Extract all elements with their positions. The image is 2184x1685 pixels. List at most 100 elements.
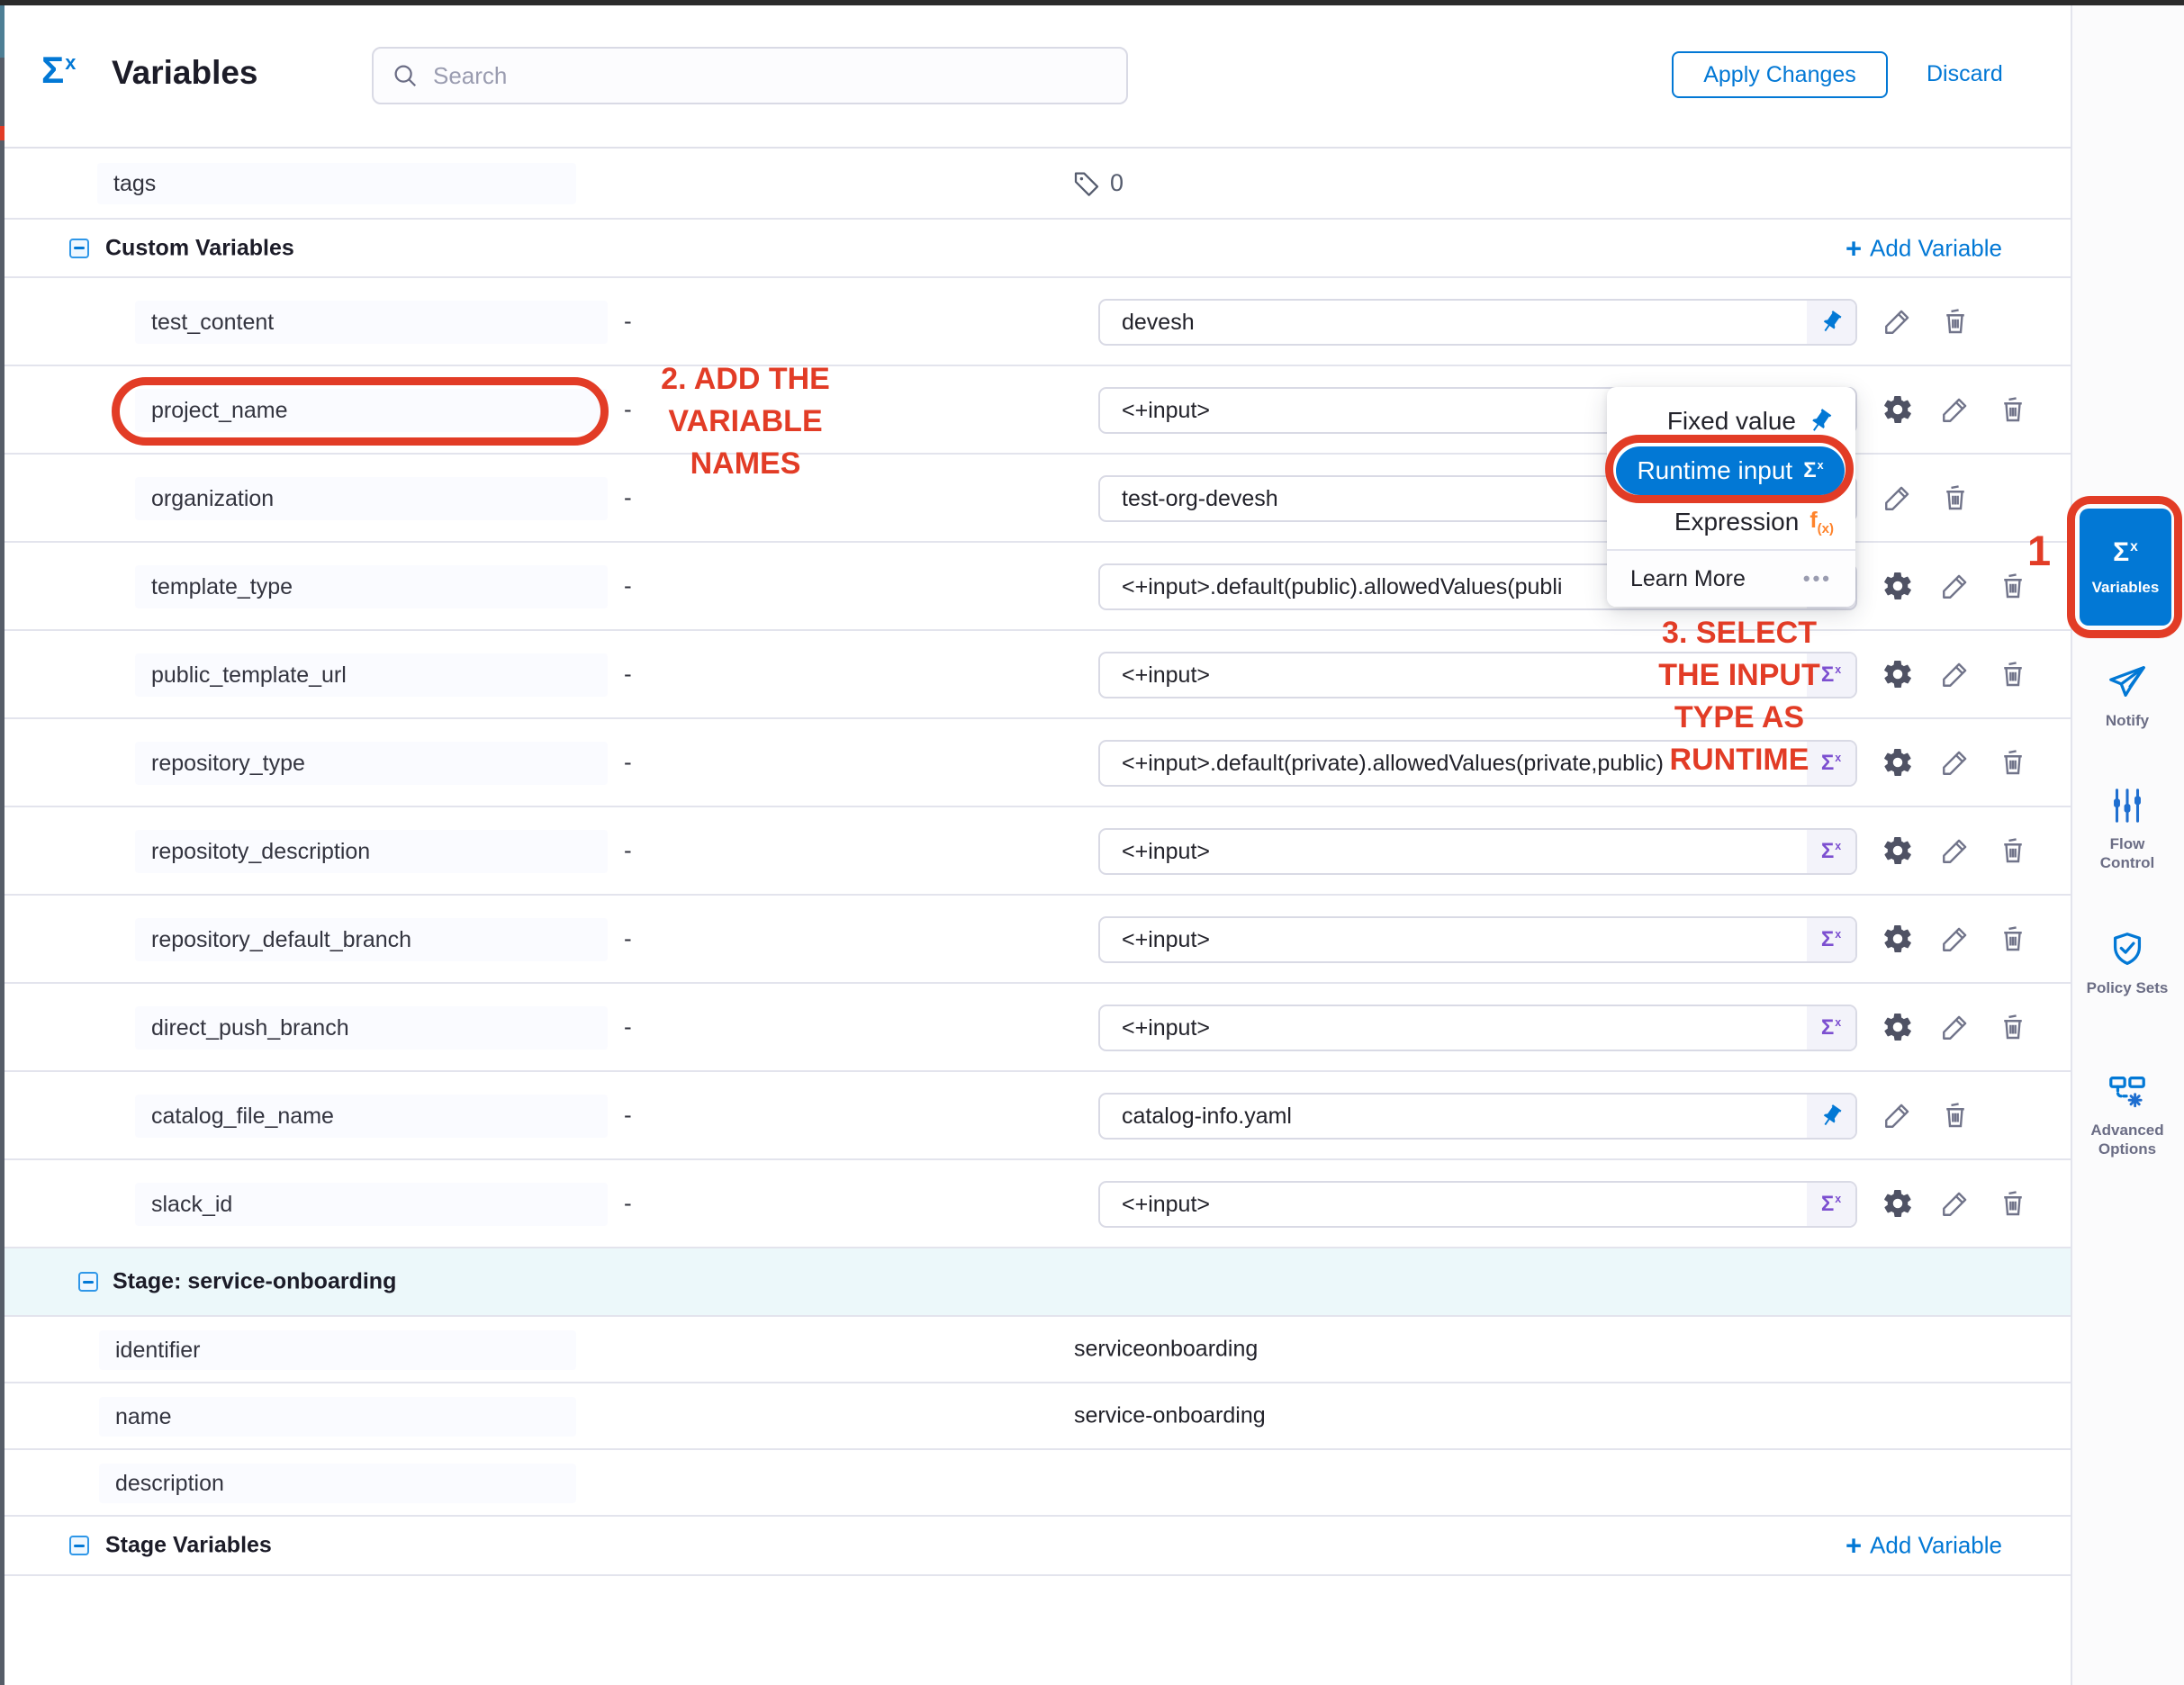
- variable-value-input[interactable]: <+input>.default(private).allowedValues(…: [1098, 740, 1857, 787]
- variable-name: repositoty_description: [135, 830, 608, 873]
- variable-name: template_type: [135, 565, 608, 608]
- variable-row: repositoty_description - <+input> Σx: [5, 807, 2071, 896]
- variable-value-input[interactable]: <+input>: [1098, 1005, 1857, 1051]
- delete-icon[interactable]: [1997, 834, 2029, 867]
- sidebar-item-variables[interactable]: Σx Variables: [2080, 509, 2171, 626]
- variable-value-input[interactable]: <+input>: [1098, 916, 1857, 963]
- variable-value-input[interactable]: catalog-info.yaml: [1098, 1093, 1857, 1140]
- settings-icon[interactable]: [1882, 923, 1914, 955]
- delete-icon[interactable]: [1939, 482, 1972, 514]
- edit-icon[interactable]: [1939, 1187, 1972, 1220]
- tags-row: tags 0: [5, 149, 2071, 220]
- sigma-x-icon: Σx: [1821, 751, 1841, 776]
- stage-variables-section-row: Stage Variables + Add Variable: [5, 1517, 2071, 1576]
- variable-row: test_content - devesh Σx: [5, 278, 2071, 366]
- pin-icon: [1818, 310, 1844, 335]
- delete-icon[interactable]: [1997, 1187, 2029, 1220]
- tag-icon: [1072, 169, 1101, 198]
- search-input[interactable]: [431, 61, 1101, 91]
- discard-button[interactable]: Discard: [1927, 61, 2003, 87]
- edit-icon[interactable]: [1939, 570, 1972, 602]
- collapse-minus-icon[interactable]: [69, 239, 89, 258]
- settings-icon[interactable]: [1882, 746, 1914, 779]
- delete-icon[interactable]: [1939, 305, 1972, 338]
- delete-icon[interactable]: [1939, 1099, 1972, 1131]
- settings-icon[interactable]: [1882, 570, 1914, 602]
- stage-section-label: Stage: service-onboarding: [113, 1269, 396, 1295]
- value-type-toggle[interactable]: Σx: [1807, 742, 1855, 785]
- settings-icon[interactable]: [1882, 834, 1914, 867]
- add-variable-button[interactable]: + Add Variable: [1846, 1532, 2002, 1560]
- delete-icon[interactable]: [1997, 746, 2029, 779]
- delete-icon[interactable]: [1997, 923, 2029, 955]
- sidebar-item-flow-control[interactable]: Flow Control: [2071, 785, 2184, 872]
- variable-row: catalog_file_name - catalog-info.yaml Σx: [5, 1072, 2071, 1160]
- variable-type: -: [624, 749, 632, 777]
- delete-icon[interactable]: [1997, 658, 2029, 690]
- menu-item-fixed-value[interactable]: Fixed value: [1607, 398, 1855, 445]
- value-type-toggle[interactable]: Σx: [1807, 1095, 1855, 1138]
- edit-icon[interactable]: [1882, 1099, 1914, 1131]
- stage-property-row: identifier serviceonboarding: [5, 1317, 2071, 1383]
- value-type-toggle[interactable]: Σx: [1807, 301, 1855, 344]
- stage-property-value: serviceonboarding: [1074, 1337, 1258, 1363]
- sigma-x-icon: Σx: [1821, 1015, 1841, 1041]
- variable-type: -: [624, 1014, 632, 1041]
- stage-property-value: service-onboarding: [1074, 1403, 1266, 1429]
- collapse-minus-icon[interactable]: [69, 1536, 89, 1555]
- settings-icon[interactable]: [1882, 393, 1914, 426]
- stage-property-row: name service-onboarding: [5, 1383, 2071, 1450]
- variable-value-input[interactable]: <+input>: [1098, 652, 1857, 698]
- variable-name: slack_id: [135, 1183, 608, 1226]
- search-icon: [392, 62, 419, 89]
- variable-value-input[interactable]: <+input>: [1098, 1181, 1857, 1228]
- menu-item-learn-more[interactable]: Learn More •••: [1607, 551, 1855, 607]
- edit-icon[interactable]: [1939, 923, 1972, 955]
- add-variable-button[interactable]: + Add Variable: [1846, 234, 2002, 262]
- value-type-toggle[interactable]: Σx: [1807, 1183, 1855, 1226]
- settings-icon[interactable]: [1882, 1187, 1914, 1220]
- edit-icon[interactable]: [1939, 746, 1972, 779]
- variable-row: direct_push_branch - <+input> Σx: [5, 984, 2071, 1072]
- variables-panel: Σx Variables Apply Changes Discard tags …: [0, 0, 2184, 1685]
- value-type-toggle[interactable]: Σx: [1807, 830, 1855, 873]
- delete-icon[interactable]: [1997, 393, 2029, 426]
- settings-icon[interactable]: [1882, 1011, 1914, 1043]
- edit-icon[interactable]: [1939, 658, 1972, 690]
- delete-icon[interactable]: [1997, 570, 2029, 602]
- fx-icon: f(x): [1809, 508, 1834, 536]
- sigma-x-icon: Σx: [1803, 458, 1823, 483]
- edit-icon[interactable]: [1882, 305, 1914, 338]
- stage-property-label: description: [99, 1464, 576, 1503]
- edit-icon[interactable]: [1882, 482, 1914, 514]
- sidebar-item-policy-sets[interactable]: Policy Sets: [2071, 929, 2184, 997]
- search-box[interactable]: [372, 47, 1128, 104]
- settings-icon[interactable]: [1882, 658, 1914, 690]
- collapse-minus-icon[interactable]: [78, 1272, 98, 1292]
- variable-value-input[interactable]: <+input>: [1098, 828, 1857, 875]
- variable-value-input[interactable]: devesh: [1098, 299, 1857, 346]
- value-type-toggle[interactable]: Σx: [1807, 918, 1855, 961]
- stage-property-label: identifier: [99, 1330, 576, 1370]
- edit-icon[interactable]: [1939, 834, 1972, 867]
- edit-icon[interactable]: [1939, 1011, 1972, 1043]
- sidebar-item-notify[interactable]: Notify: [2071, 662, 2184, 730]
- shield-check-icon: [2107, 929, 2148, 970]
- delete-icon[interactable]: [1997, 1011, 2029, 1043]
- sidebar-item-advanced-options[interactable]: Advanced Options: [2071, 1071, 2184, 1158]
- window-top-bar: [0, 0, 2184, 5]
- apply-changes-button[interactable]: Apply Changes: [1672, 51, 1888, 98]
- variable-name: public_template_url: [135, 653, 608, 697]
- variable-type: -: [624, 484, 632, 512]
- pipeline-gear-icon: [2107, 1071, 2148, 1113]
- menu-item-expression[interactable]: Expression f(x): [1607, 499, 1855, 545]
- variable-type: -: [624, 1102, 632, 1130]
- value-type-toggle[interactable]: Σx: [1807, 1006, 1855, 1050]
- edit-icon[interactable]: [1939, 393, 1972, 426]
- menu-item-runtime-input[interactable]: Runtime input Σx: [1616, 446, 1845, 495]
- variable-type: -: [624, 572, 632, 600]
- sigma-x-icon: Σx: [41, 49, 76, 92]
- sigma-x-icon: Σx: [1821, 927, 1841, 952]
- value-type-toggle[interactable]: Σx: [1807, 653, 1855, 697]
- sigma-x-icon: Σx: [1821, 839, 1841, 864]
